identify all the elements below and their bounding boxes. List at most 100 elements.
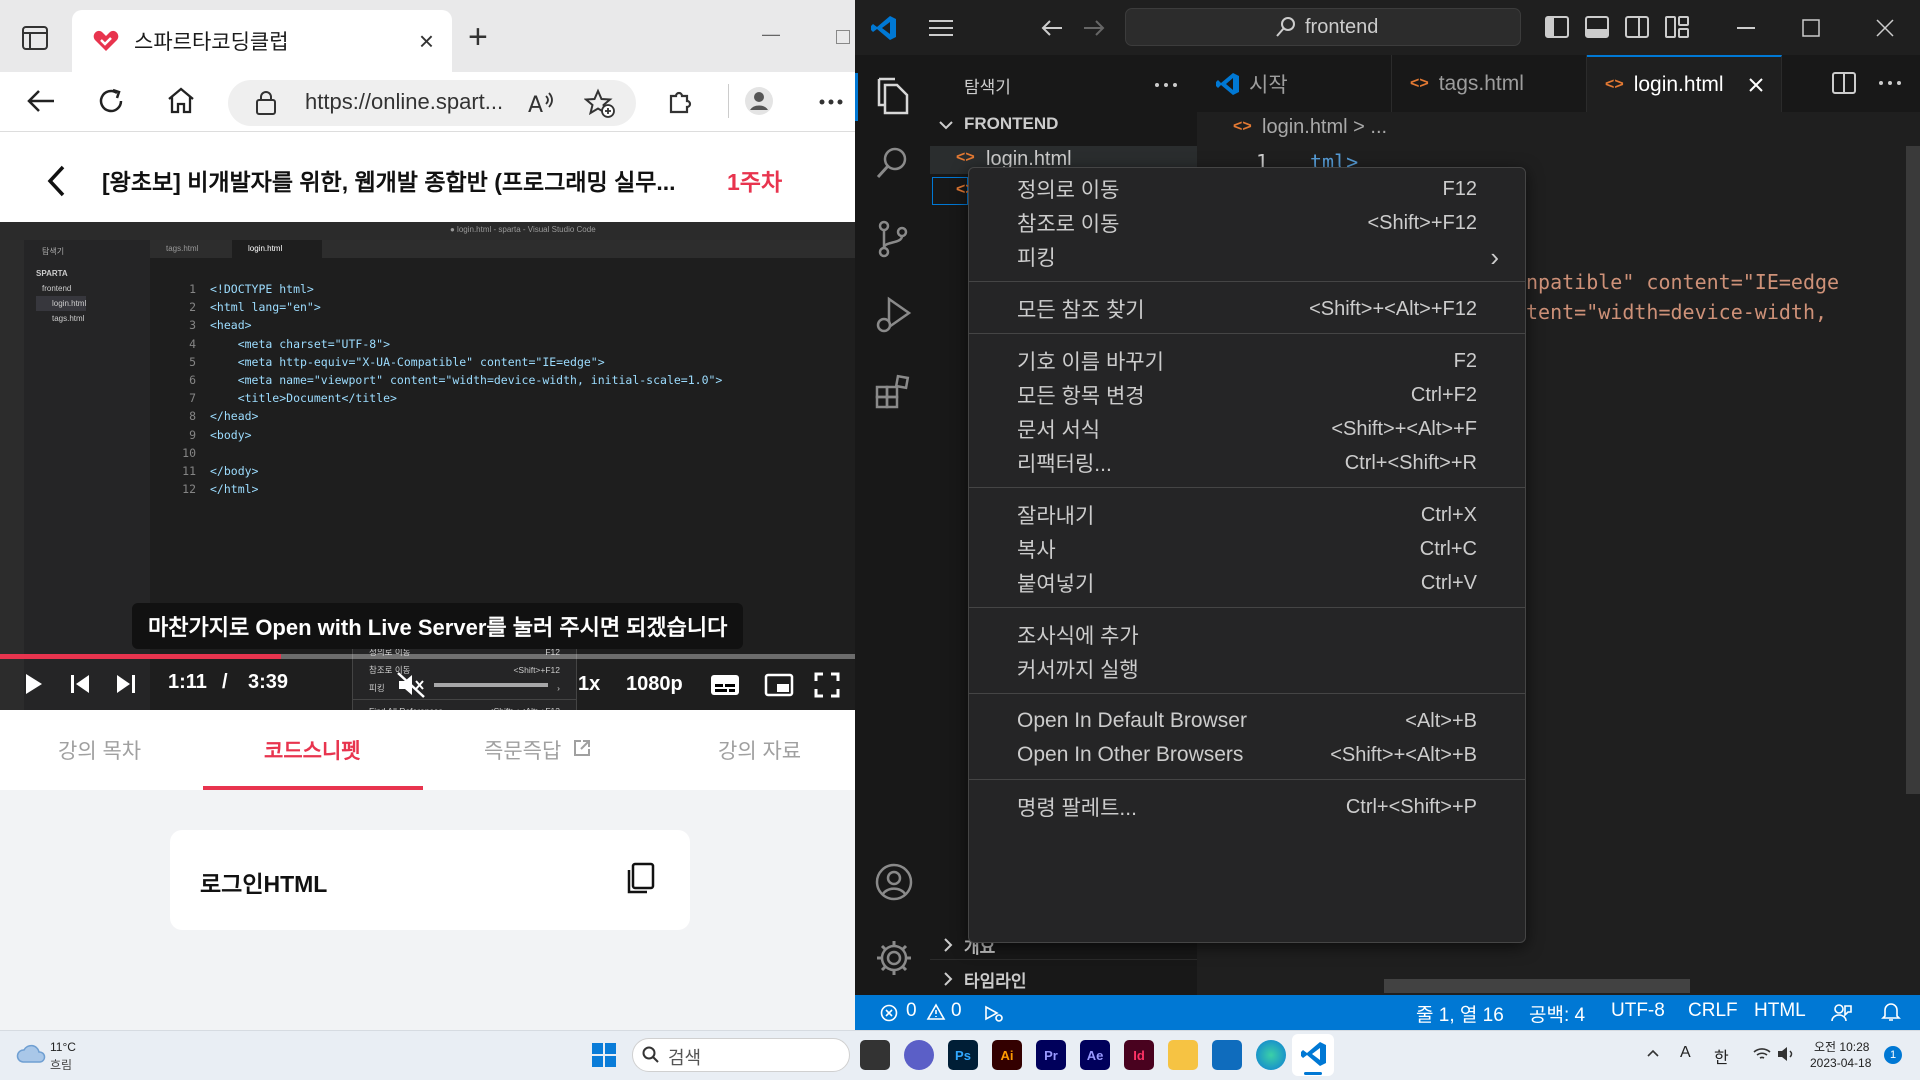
manage-gear-icon[interactable]: [875, 939, 913, 977]
tab-actions-icon[interactable]: [22, 26, 48, 50]
miniplayer-icon[interactable]: [764, 673, 794, 697]
close-tab-icon[interactable]: [1748, 77, 1764, 93]
extensions-view-icon[interactable]: [875, 373, 913, 411]
file-explorer-icon[interactable]: [1168, 1040, 1198, 1070]
next-icon[interactable]: [116, 672, 136, 696]
sidebar-more-icon[interactable]: [1154, 82, 1178, 88]
photoshop-icon[interactable]: Ps: [948, 1040, 978, 1070]
language-mode[interactable]: HTML: [1754, 1000, 1806, 1022]
tab-materials[interactable]: 강의 자료: [718, 735, 801, 765]
volume-slider[interactable]: [434, 683, 548, 687]
playback-speed[interactable]: 1x: [578, 673, 600, 696]
tab-code-snippet[interactable]: 코드스니펫: [264, 735, 361, 765]
context-menu-item[interactable]: 정의로 이동 F12: [969, 172, 1525, 206]
window-maximize-icon[interactable]: [1802, 19, 1820, 37]
split-editor-icon[interactable]: [1832, 72, 1856, 94]
lecture-back-icon[interactable]: [45, 164, 67, 198]
refresh-icon[interactable]: [96, 86, 126, 116]
timeline-section[interactable]: 타임라인: [964, 967, 1027, 992]
clock-time[interactable]: 오전 10:28: [1814, 1038, 1869, 1055]
windows-start-icon[interactable]: [592, 1043, 616, 1067]
editor-more-icon[interactable]: [1878, 80, 1902, 86]
context-menu-item[interactable]: 커서까지 실행: [969, 652, 1525, 686]
lock-icon[interactable]: [255, 90, 277, 116]
context-menu-item[interactable]: 모든 항목 변경 Ctrl+F2: [969, 378, 1525, 412]
quality-selector[interactable]: 1080p: [626, 673, 683, 696]
edge-browser-icon[interactable]: [1256, 1040, 1286, 1070]
window-close-icon[interactable]: [1876, 19, 1894, 37]
tab-tags-html[interactable]: <> tags.html: [1392, 55, 1587, 112]
subtitles-icon[interactable]: [710, 673, 740, 697]
taskbar-search[interactable]: [632, 1038, 850, 1072]
toggle-sidebar-icon[interactable]: [1545, 16, 1569, 38]
window-minimize-icon[interactable]: [1737, 27, 1755, 29]
weather-cloud-icon[interactable]: [16, 1042, 46, 1064]
chevron-right-icon[interactable]: [942, 937, 954, 953]
toggle-secondary-sidebar-icon[interactable]: [1625, 16, 1649, 38]
indesign-icon[interactable]: Id: [1124, 1040, 1154, 1070]
tab-login-html[interactable]: <> login.html: [1587, 55, 1782, 112]
customize-layout-icon[interactable]: [1665, 16, 1689, 38]
add-favorite-icon[interactable]: [584, 88, 616, 118]
search-view-icon[interactable]: [875, 145, 911, 181]
warning-icon[interactable]: [926, 1003, 946, 1021]
error-count[interactable]: 0: [906, 1000, 917, 1022]
back-icon[interactable]: [26, 88, 56, 114]
toggle-panel-icon[interactable]: [1585, 16, 1609, 38]
teams-chat-icon[interactable]: [904, 1040, 934, 1070]
chevron-right-icon[interactable]: [942, 971, 954, 987]
ime-mode[interactable]: A: [1680, 1044, 1691, 1062]
context-menu-item[interactable]: 참조로 이동 <Shift>+F12: [969, 206, 1525, 240]
volume-icon[interactable]: [1776, 1046, 1796, 1062]
context-menu-item[interactable]: Open In Default Browser <Alt>+B: [969, 704, 1525, 738]
context-menu-item[interactable]: 복사 Ctrl+C: [969, 532, 1525, 566]
menu-icon[interactable]: [928, 18, 954, 38]
profile-avatar-icon[interactable]: [744, 86, 774, 116]
context-menu-item[interactable]: 조사식에 추가: [969, 618, 1525, 652]
run-debug-icon[interactable]: [875, 295, 913, 335]
nav-forward-icon[interactable]: [1082, 18, 1106, 38]
mail-icon[interactable]: [1212, 1040, 1242, 1070]
fullscreen-icon[interactable]: [814, 672, 840, 698]
context-menu-item[interactable]: 피킹 ›: [969, 240, 1525, 274]
context-menu-item[interactable]: 잘라내기 Ctrl+X: [969, 498, 1525, 532]
after-effects-icon[interactable]: Ae: [1080, 1040, 1110, 1070]
browser-tab-active[interactable]: 스파르타코딩클럽 ×: [72, 10, 452, 72]
context-menu-item[interactable]: 모든 참조 찾기 <Shift>+<Alt>+F12: [969, 292, 1525, 326]
extensions-icon[interactable]: [665, 86, 695, 116]
error-icon[interactable]: [880, 1004, 898, 1022]
context-menu-item[interactable]: Open In Other Browsers <Shift>+<Alt>+B: [969, 738, 1525, 772]
show-hidden-icons-chevron[interactable]: [1646, 1048, 1660, 1058]
vertical-scrollbar[interactable]: [1906, 146, 1920, 794]
context-menu-item[interactable]: 리팩터링... Ctrl+<Shift>+R: [969, 446, 1525, 480]
horizontal-scrollbar[interactable]: [1384, 979, 1690, 993]
tab-qna[interactable]: 즉문즉답: [484, 735, 561, 765]
task-view-icon[interactable]: [860, 1040, 890, 1070]
indentation[interactable]: 공백: 4: [1529, 1000, 1585, 1027]
close-tab-icon[interactable]: ×: [419, 26, 434, 57]
maximize-button[interactable]: [836, 30, 850, 44]
tab-curriculum[interactable]: 강의 목차: [58, 735, 141, 765]
play-icon[interactable]: [24, 672, 44, 696]
source-control-icon[interactable]: [875, 219, 911, 259]
new-tab-button[interactable]: +: [468, 18, 488, 57]
tab-welcome[interactable]: 시작: [1197, 55, 1392, 112]
read-aloud-icon[interactable]: A: [528, 90, 556, 116]
cursor-position[interactable]: 줄 1, 열 16: [1416, 1000, 1504, 1027]
context-menu-item[interactable]: 문서 서식 <Shift>+<Alt>+F: [969, 412, 1525, 446]
notifications-bell-icon[interactable]: [1881, 1001, 1901, 1023]
illustrator-icon[interactable]: Ai: [992, 1040, 1022, 1070]
live-share-icon[interactable]: [983, 1003, 1005, 1023]
encoding[interactable]: UTF-8: [1611, 1000, 1665, 1022]
vscode-taskbar-icon[interactable]: [1300, 1040, 1328, 1068]
more-options-icon[interactable]: [818, 98, 844, 106]
nav-back-icon[interactable]: [1040, 18, 1064, 38]
previous-icon[interactable]: [70, 672, 90, 696]
end-of-line[interactable]: CRLF: [1688, 1000, 1738, 1022]
context-menu-item[interactable]: 붙여넣기 Ctrl+V: [969, 566, 1525, 600]
context-menu-item[interactable]: 기호 이름 바꾸기 F2: [969, 344, 1525, 378]
wifi-icon[interactable]: [1752, 1046, 1772, 1062]
input-language[interactable]: 한: [1714, 1044, 1729, 1068]
notification-badge[interactable]: 1: [1884, 1046, 1902, 1064]
accounts-icon[interactable]: [875, 863, 913, 901]
